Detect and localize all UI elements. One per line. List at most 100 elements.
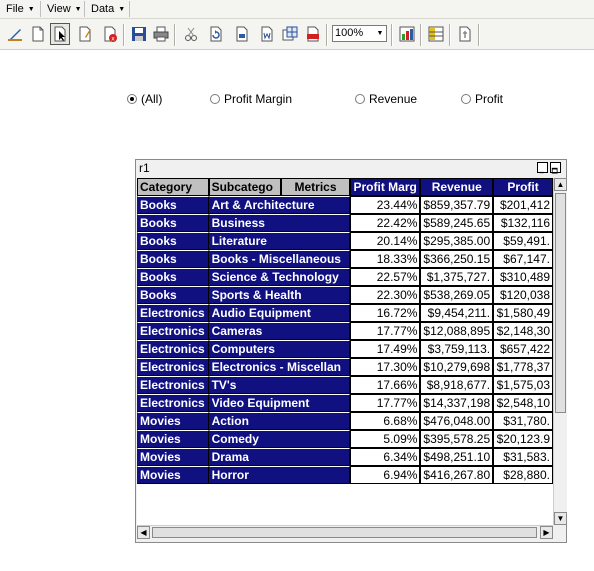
subcategory-cell[interactable]: Books - Miscellaneous [208,250,350,268]
subcategory-cell[interactable]: Drama [208,448,350,466]
profit-margin-cell[interactable]: 16.72% [349,304,421,322]
revenue-cell[interactable]: $589,245.65 [420,214,494,232]
profit-cell[interactable]: $67,147. [493,250,553,268]
radio-button[interactable] [355,94,365,104]
category-cell[interactable]: Books [137,268,209,286]
profit-margin-cell[interactable]: 6.68% [349,412,421,430]
page-icon[interactable] [29,25,47,43]
maximize-button[interactable] [550,162,561,174]
subcategory-cell[interactable]: TV's [208,376,350,394]
subcategory-cell[interactable]: Art & Architecture [208,196,350,214]
profit-cell[interactable]: $657,422 [493,340,553,358]
category-cell[interactable]: Books [137,250,209,268]
profit-margin-cell[interactable]: 17.49% [349,340,421,358]
category-cell[interactable]: Electronics [137,322,209,340]
category-cell[interactable]: Electronics [137,376,209,394]
revenue-cell[interactable]: $859,357.79 [420,196,494,214]
profit-margin-cell[interactable]: 5.09% [349,430,421,448]
category-cell[interactable]: Electronics [137,340,209,358]
profit-cell[interactable]: $201,412 [493,196,553,214]
revenue-cell[interactable]: $12,088,895 [420,322,494,340]
scroll-right-icon[interactable]: ▶ [540,526,553,539]
subcategory-cell[interactable]: Comedy [208,430,350,448]
revenue-cell[interactable]: $476,048.00 [420,412,494,430]
scroll-up-icon[interactable]: ▲ [554,178,567,191]
delete-page-icon[interactable]: x [101,25,119,43]
profit-cell[interactable]: $59,491. [493,232,553,250]
scroll-left-icon[interactable]: ◀ [137,526,150,539]
print-icon[interactable] [152,25,170,43]
radio-profit-margin[interactable]: Profit Margin [210,91,292,107]
revenue-cell[interactable]: $8,918,677. [420,376,494,394]
revenue-cell[interactable]: $10,279,698 [420,358,494,376]
revenue-cell[interactable]: $295,385.00 [420,232,494,250]
radio-button[interactable] [210,94,220,104]
vertical-scrollbar[interactable]: ▲ ▼ [553,178,567,525]
profit-cell[interactable]: $31,583. [493,448,553,466]
header-profit-margin[interactable]: Profit Marg [349,178,421,196]
profit-cell[interactable]: $2,148,30 [493,322,553,340]
profit-cell[interactable]: $310,489 [493,268,553,286]
category-cell[interactable]: Books [137,286,209,304]
cut-icon[interactable] [182,25,200,43]
subcategory-cell[interactable]: Horror [208,466,350,484]
chevron-down-icon[interactable]: ▼ [374,26,386,41]
data-menu[interactable]: Data ▼ [85,1,130,17]
export-pdf-icon[interactable] [304,25,322,43]
subcategory-cell[interactable]: Audio Equipment [208,304,350,322]
design-icon[interactable] [6,25,24,43]
subcategory-cell[interactable]: Cameras [208,322,350,340]
profit-margin-cell[interactable]: 6.34% [349,448,421,466]
subcategory-cell[interactable]: Electronics - Miscellan [208,358,350,376]
header-category[interactable]: Category [137,178,209,196]
revenue-cell[interactable]: $395,578.25 [420,430,494,448]
profit-margin-cell[interactable]: 22.57% [349,268,421,286]
profit-margin-cell[interactable]: 22.42% [349,214,421,232]
revenue-cell[interactable]: $498,251.10 [420,448,494,466]
profit-cell[interactable]: $20,123.9 [493,430,553,448]
subcategory-cell[interactable]: Science & Technology [208,268,350,286]
select-cursor-icon[interactable] [50,23,70,45]
export-excel-icon[interactable] [281,25,299,43]
category-cell[interactable]: Electronics [137,358,209,376]
save-icon[interactable] [130,25,148,43]
scroll-thumb[interactable] [555,193,566,413]
revenue-cell[interactable]: $9,454,211. [420,304,494,322]
minimize-button[interactable] [537,162,548,174]
profit-cell[interactable]: $2,548,10 [493,394,553,412]
header-metrics[interactable]: Metrics [281,178,350,196]
subcategory-cell[interactable]: Action [208,412,350,430]
radio-profit[interactable]: Profit [461,91,503,107]
subcategory-cell[interactable]: Sports & Health [208,286,350,304]
profit-cell[interactable]: $28,880. [493,466,553,484]
profit-margin-cell[interactable]: 20.14% [349,232,421,250]
subcategory-cell[interactable]: Video Equipment [208,394,350,412]
profit-margin-cell[interactable]: 18.33% [349,250,421,268]
category-cell[interactable]: Electronics [137,394,209,412]
subcategory-cell[interactable]: Literature [208,232,350,250]
grid-icon[interactable] [427,25,445,43]
profit-margin-cell[interactable]: 17.66% [349,376,421,394]
link-icon[interactable] [456,25,474,43]
profit-margin-cell[interactable]: 17.77% [349,322,421,340]
radio-button[interactable] [461,94,471,104]
revenue-cell[interactable]: $14,337,198 [420,394,494,412]
view-menu[interactable]: View ▼ [41,1,85,17]
category-cell[interactable]: Movies [137,448,209,466]
category-cell[interactable]: Books [137,214,209,232]
profit-margin-cell[interactable]: 22.30% [349,286,421,304]
subcategory-cell[interactable]: Computers [208,340,350,358]
header-revenue[interactable]: Revenue [420,178,494,196]
refresh-icon[interactable] [207,25,225,43]
profit-cell[interactable]: $1,580,49 [493,304,553,322]
profit-cell[interactable]: $31,780. [493,412,553,430]
revenue-cell[interactable]: $538,269.05 [420,286,494,304]
header-subcategory[interactable]: Subcatego [208,178,282,196]
header-profit[interactable]: Profit [493,178,553,196]
profit-margin-cell[interactable]: 17.30% [349,358,421,376]
category-cell[interactable]: Electronics [137,304,209,322]
edit-page-icon[interactable] [76,25,94,43]
category-cell[interactable]: Books [137,232,209,250]
profit-margin-cell[interactable]: 23.44% [349,196,421,214]
revenue-cell[interactable]: $1,375,727. [420,268,494,286]
